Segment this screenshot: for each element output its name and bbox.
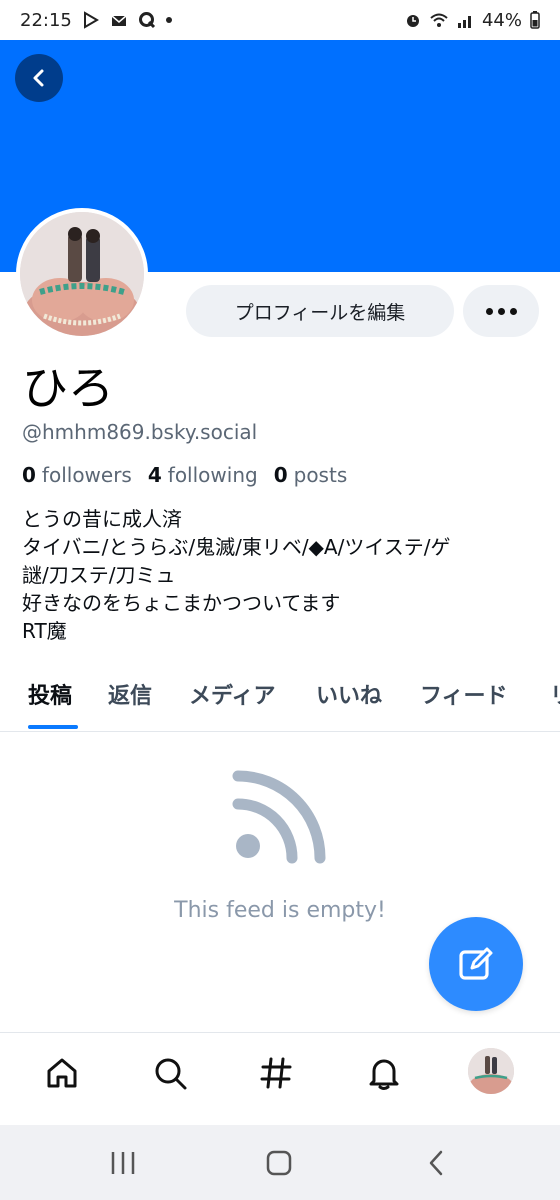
tab-media[interactable]: メディア xyxy=(189,678,275,710)
followers-count: 0 xyxy=(22,463,36,487)
profile-avatar[interactable] xyxy=(16,208,148,340)
tab-lists[interactable]: リ xyxy=(550,678,560,710)
avatar-photo xyxy=(468,1048,514,1094)
more-dot xyxy=(509,307,517,315)
following-count: 4 xyxy=(147,463,162,487)
nav-profile-avatar[interactable] xyxy=(468,1048,514,1094)
home-rounded-square-icon xyxy=(266,1150,292,1176)
battery-percent: 44% xyxy=(481,9,522,31)
alarm-icon xyxy=(406,15,419,27)
home-system-button[interactable] xyxy=(263,1147,295,1179)
active-tab-indicator xyxy=(28,725,78,729)
following-stat[interactable]: 4 following xyxy=(148,463,258,487)
bell-icon xyxy=(369,1059,399,1090)
nav-feeds[interactable] xyxy=(256,1053,296,1093)
status-time: 22:15 xyxy=(20,9,72,31)
recent-apps-button[interactable] xyxy=(107,1147,139,1179)
profile-stats: 0 followers 4 following 0 posts xyxy=(22,463,347,487)
tab-likes[interactable]: いいね xyxy=(316,678,382,710)
avatar-photo xyxy=(20,212,144,336)
status-right: 44% xyxy=(404,10,540,31)
wifi-icon xyxy=(430,13,448,27)
profile-tabs: 投稿 返信 メディア いいね フィード リ xyxy=(0,670,560,732)
notification-dot-icon xyxy=(165,17,172,23)
profile-bio: とうの昔に成人済 タイバニ/とうらぶ/鬼滅/東リベ/◆A/ツイステ/ゲ 謎/刀ス… xyxy=(22,505,542,645)
q-app-icon xyxy=(138,12,155,29)
status-left: 22:15 xyxy=(20,10,172,31)
posts-count: 0 xyxy=(273,463,288,487)
display-name: ひろ xyxy=(22,361,114,415)
tab-posts[interactable]: 投稿 xyxy=(28,678,72,710)
more-dot xyxy=(497,307,505,315)
bio-line: 好きなのをちょこまかつついてます xyxy=(22,591,341,615)
tab-replies[interactable]: 返信 xyxy=(108,678,152,710)
following-label: following xyxy=(167,463,258,487)
recent-apps-icon xyxy=(111,1152,135,1174)
profile-handle: @hmhm869.bsky.social xyxy=(22,420,258,444)
back-chevron-icon xyxy=(429,1150,443,1176)
edit-profile-button[interactable]: プロフィールを編集 xyxy=(186,285,454,337)
bio-line: とうの昔に成人済 xyxy=(22,507,182,531)
bio-line: 謎/刀ステ/刀ミュ xyxy=(22,563,176,587)
hashtag-icon xyxy=(260,1057,292,1089)
mail-icon xyxy=(111,15,127,26)
home-icon xyxy=(47,1058,77,1088)
nav-home[interactable] xyxy=(42,1053,82,1093)
signal-icon xyxy=(457,16,471,28)
nav-notifications[interactable] xyxy=(364,1053,404,1093)
followers-label: followers xyxy=(41,463,132,487)
bio-line: タイバニ/とうらぶ/鬼滅/東リベ/◆A/ツイステ/ゲ xyxy=(22,535,451,559)
posts-stat: 0 posts xyxy=(274,463,348,487)
more-options-button[interactable] xyxy=(463,285,539,337)
status-bar: 22:15 44% xyxy=(0,0,560,40)
compose-icon xyxy=(459,947,493,980)
nav-search[interactable] xyxy=(150,1053,190,1093)
bottom-navigation xyxy=(0,1032,560,1124)
search-icon xyxy=(155,1058,187,1090)
rss-icon xyxy=(232,770,326,864)
system-back-button[interactable] xyxy=(420,1147,452,1179)
bio-line: RT魔 xyxy=(22,619,67,643)
followers-stat[interactable]: 0 followers xyxy=(22,463,132,487)
more-horizontal-icon xyxy=(485,307,493,315)
compose-button[interactable] xyxy=(429,917,523,1011)
chevron-left-icon xyxy=(33,69,44,87)
play-store-icon xyxy=(83,11,99,29)
tab-feeds[interactable]: フィード xyxy=(420,678,508,710)
back-button[interactable] xyxy=(15,54,63,102)
posts-label: posts xyxy=(293,463,348,487)
battery-icon xyxy=(530,11,540,29)
system-navigation-bar xyxy=(0,1125,560,1200)
